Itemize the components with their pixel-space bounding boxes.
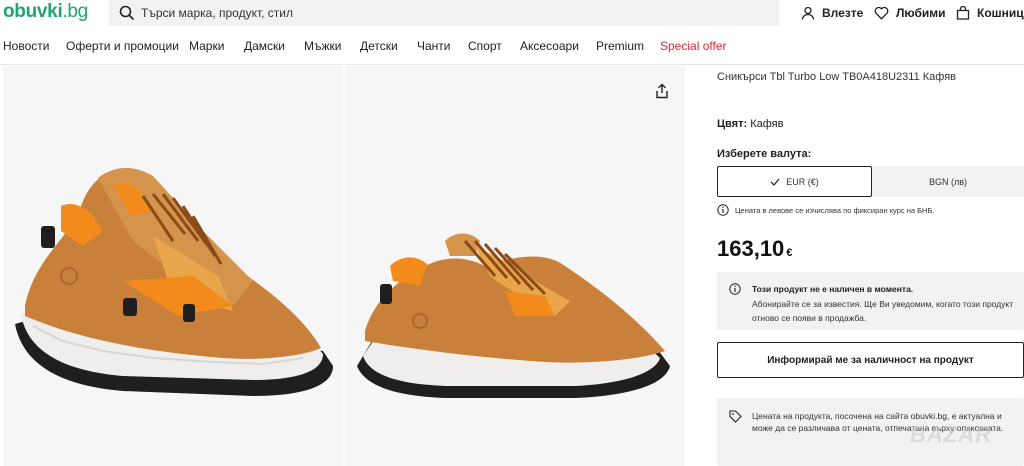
currency-eur-option[interactable]: EUR (€): [717, 166, 872, 197]
currency-note: Цената в левове се изчислява по фиксиран…: [735, 205, 935, 215]
color-value: Кафяв: [750, 118, 784, 130]
product-name: Сникърси Tbl Turbo Low TB0A418U2311 Кафя…: [717, 71, 956, 83]
product-gallery: [0, 66, 685, 466]
nav-item-sport[interactable]: Спорт: [468, 39, 502, 53]
currency-info: Цената в левове се изчислява по фиксиран…: [717, 204, 934, 216]
currency-bgn-option[interactable]: BGN (лв): [872, 166, 1024, 197]
bag-icon: [956, 6, 970, 20]
nav-item-offers[interactable]: Оферти и промоции: [66, 39, 179, 53]
price-value: 163,10: [717, 236, 785, 261]
search-input[interactable]: Търси марка, продукт, стил: [109, 0, 779, 26]
search-placeholder: Търси марка, продукт, стил: [141, 6, 293, 20]
tag-icon: [729, 410, 742, 423]
login-link[interactable]: Влезте: [801, 4, 863, 22]
unavailable-title: Този продукт не е наличен в момента.: [752, 284, 914, 294]
nav-item-women[interactable]: Дамски: [244, 39, 285, 53]
nav-item-special-offer[interactable]: Special offer: [660, 39, 727, 53]
site-logo[interactable]: obuvki.bg: [3, 1, 88, 23]
product-image-1[interactable]: [3, 66, 343, 466]
product-price: 163,10 €: [717, 236, 792, 262]
nav-item-premium[interactable]: Premium: [596, 39, 644, 53]
color-label: Цвят:: [717, 118, 748, 130]
price-currency: €: [786, 247, 793, 259]
nav-item-bags[interactable]: Чанти: [417, 39, 451, 53]
logo-main: obuvki: [3, 1, 63, 22]
cart-link[interactable]: Кошница: [956, 4, 1024, 22]
notify-availability-button[interactable]: Информирай ме за наличност на продукт: [717, 342, 1024, 378]
unavailable-notice: Този продукт не е наличен в момента. Або…: [717, 272, 1024, 330]
user-icon: [801, 6, 815, 20]
heart-icon: [874, 6, 889, 20]
shoe-angle-image: [357, 233, 670, 398]
currency-eur-label: EUR (€): [786, 176, 819, 187]
nav-item-men[interactable]: Мъжки: [304, 39, 341, 53]
color-row: Цвят: Кафяв: [717, 118, 783, 130]
favorites-link[interactable]: Любими: [874, 4, 946, 22]
info-icon: [729, 283, 741, 295]
currency-selector: EUR (€) BGN (лв): [717, 166, 1024, 197]
nav-item-new[interactable]: Новости: [3, 39, 49, 53]
shoe-side-image: [15, 167, 333, 396]
product-image-2[interactable]: [345, 66, 685, 466]
cart-label: Кошница: [977, 6, 1024, 20]
currency-bgn-label: BGN (лв): [928, 176, 968, 187]
nav-item-brands[interactable]: Марки: [189, 39, 224, 53]
currency-label: Изберете валута:: [717, 148, 812, 160]
search-icon: [119, 5, 135, 21]
favorites-label: Любими: [896, 6, 946, 20]
watermark: BAZAR: [910, 422, 992, 447]
header: obuvki.bg Търси марка, продукт, стил Вле…: [0, 0, 1024, 27]
share-icon[interactable]: [654, 83, 670, 99]
unavailable-text: Абонирайте се за известия. Ще Ви уведоми…: [752, 299, 1014, 323]
info-icon: [717, 204, 729, 216]
logo-tld: .bg: [62, 1, 88, 22]
login-label: Влезте: [822, 6, 864, 20]
nav-item-accessories[interactable]: Аксесоари: [520, 39, 579, 53]
nav-item-kids[interactable]: Детски: [360, 39, 398, 53]
check-icon: [770, 178, 780, 186]
main-nav: Новости Оферти и промоции Марки Дамски М…: [0, 27, 1024, 65]
